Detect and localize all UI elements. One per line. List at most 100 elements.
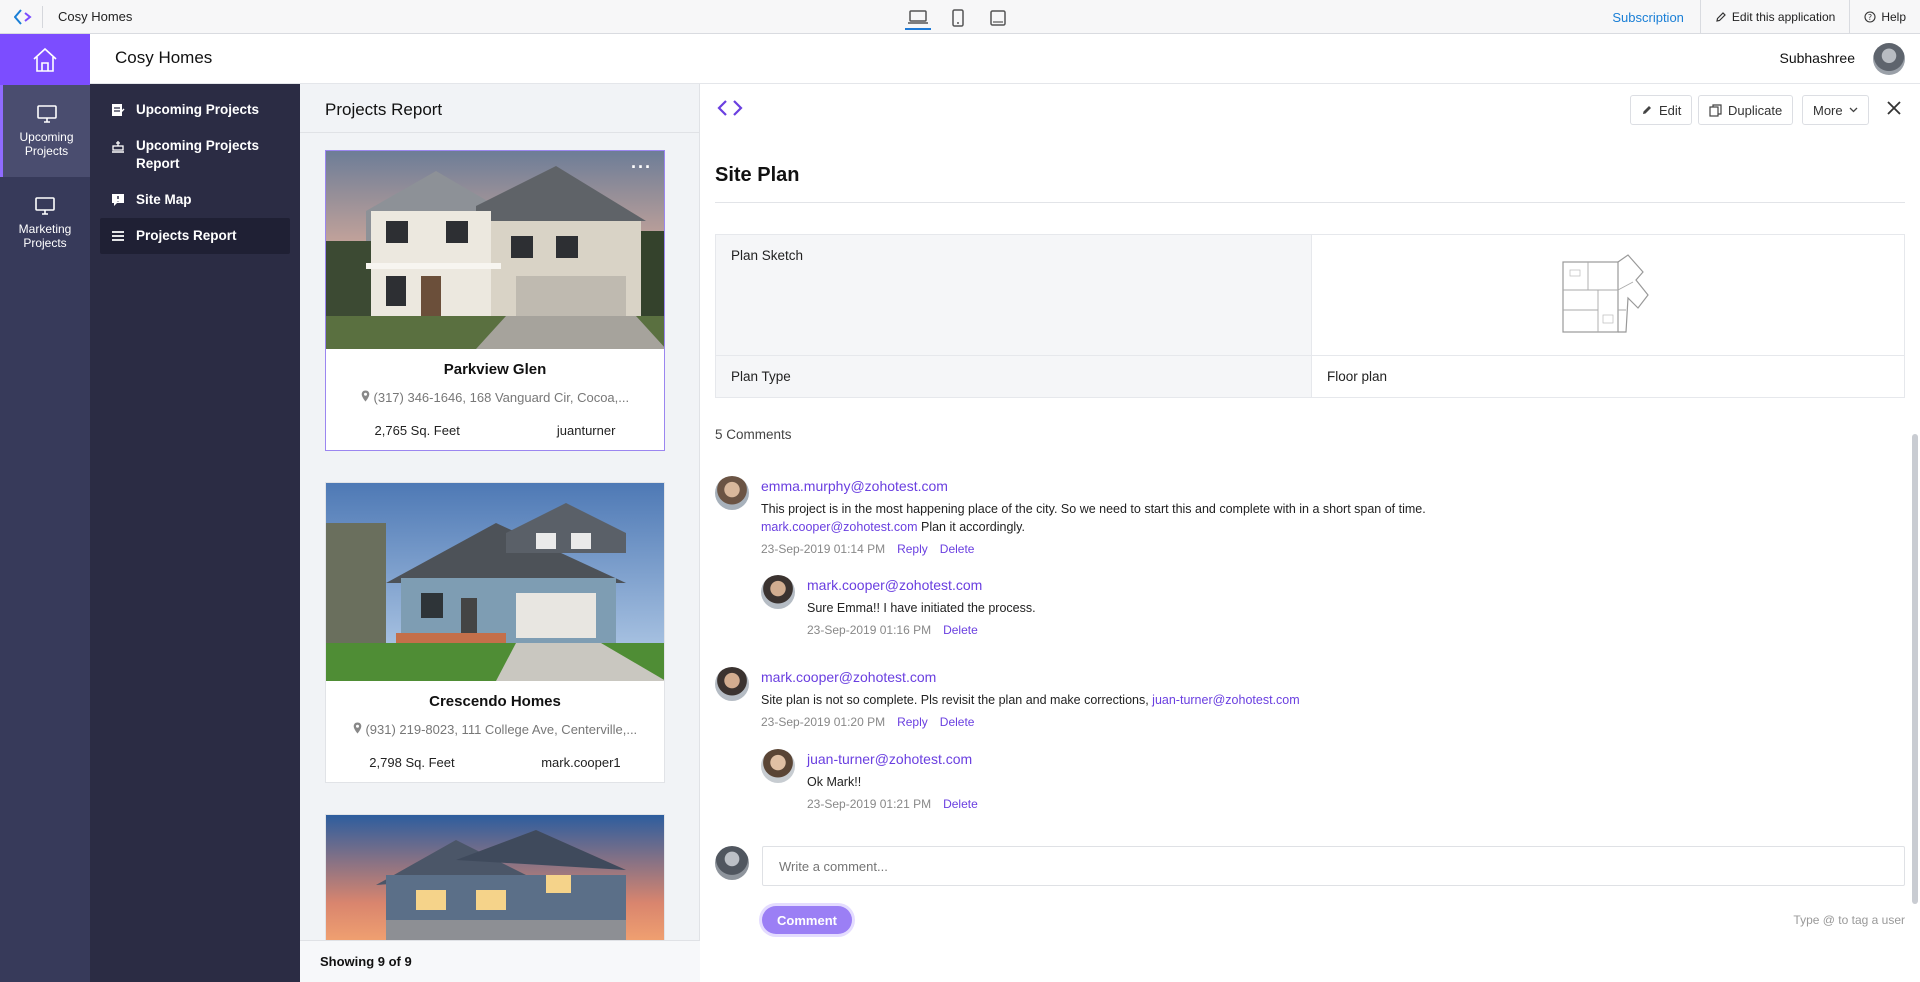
- rail-item-marketing-projects[interactable]: Marketing Projects: [0, 177, 90, 269]
- comment-user[interactable]: juan-turner@zohotest.com: [807, 751, 972, 767]
- help-label: Help: [1881, 10, 1906, 24]
- tablet-view-icon[interactable]: [945, 6, 971, 30]
- comments-count: 5 Comments: [715, 427, 792, 442]
- comment-text: Ok Mark!!: [807, 775, 862, 789]
- scrollbar[interactable]: [1912, 434, 1918, 904]
- card-footer: 2,798 Sq. Feet mark.cooper1: [326, 755, 664, 782]
- project-card[interactable]: Crescendo Homes (931) 219-8023, 111 Coll…: [325, 482, 665, 783]
- house-image: [326, 483, 664, 681]
- avatar: [761, 749, 795, 783]
- project-area: 2,798 Sq. Feet: [369, 755, 455, 770]
- subnav-item-projects-report[interactable]: Projects Report: [100, 218, 290, 254]
- comment-body: This project is in the most happening pl…: [761, 502, 1426, 516]
- house-image: [326, 815, 664, 941]
- subscription-link[interactable]: Subscription: [1596, 10, 1700, 25]
- reply-link[interactable]: Reply: [897, 715, 928, 729]
- edit-label: Edit: [1659, 102, 1682, 118]
- avatar: [715, 476, 749, 510]
- comment-text: Sure Emma!! I have initiated the process…: [807, 601, 1036, 615]
- mention-link[interactable]: juan-turner@zohotest.com: [1152, 693, 1299, 707]
- page-title: Cosy Homes: [115, 48, 213, 67]
- mention-link[interactable]: mark.cooper@zohotest.com: [761, 520, 918, 534]
- card-menu-icon[interactable]: ···: [631, 157, 652, 178]
- floor-plan-image: [1562, 254, 1649, 333]
- delete-link[interactable]: Delete: [943, 797, 978, 811]
- subnav-item-upcoming-projects[interactable]: Upcoming Projects: [100, 92, 290, 128]
- top-actions: Subscription Edit this application ? Hel…: [1596, 0, 1920, 34]
- field-row: Plan Sketch: [716, 235, 1904, 356]
- field-row: Plan Type Floor plan: [716, 356, 1904, 397]
- divider: [42, 6, 43, 28]
- reply-link[interactable]: Reply: [897, 542, 928, 556]
- left-rail: Upcoming Projects Marketing Projects: [0, 34, 90, 982]
- close-icon[interactable]: [1886, 100, 1902, 116]
- field-label: Plan Sketch: [716, 235, 1312, 355]
- comment-input[interactable]: [762, 846, 1905, 886]
- detail-toolbar: Edit Duplicate More: [700, 84, 1920, 134]
- comment-user[interactable]: emma.murphy@zohotest.com: [761, 478, 948, 494]
- mobile-view-icon[interactable]: [985, 6, 1011, 30]
- tag-hint: Type @ to tag a user: [1793, 913, 1905, 927]
- code-icon[interactable]: [717, 98, 743, 118]
- field-value: Floor plan: [1312, 356, 1904, 397]
- user-name[interactable]: Subhashree: [1779, 50, 1855, 66]
- more-button[interactable]: More: [1802, 95, 1869, 125]
- house-photo: [326, 483, 664, 681]
- home-icon: [33, 47, 57, 72]
- rail-item-label: Marketing Projects: [18, 222, 72, 250]
- edit-application-button[interactable]: Edit this application: [1699, 0, 1849, 34]
- avatar[interactable]: [1873, 43, 1905, 75]
- field-label: Plan Type: [716, 356, 1312, 397]
- house-photo: [326, 151, 664, 349]
- sub-navigation: Upcoming Projects Upcoming Projects Repo…: [90, 84, 300, 982]
- svg-text:?: ?: [1868, 13, 1872, 22]
- edit-button[interactable]: Edit: [1630, 95, 1693, 125]
- report-footer: Showing 9 of 9: [300, 940, 700, 982]
- project-name: Crescendo Homes: [429, 693, 561, 710]
- monitor-icon: [35, 197, 55, 215]
- duplicate-button[interactable]: Duplicate: [1698, 95, 1794, 125]
- app-header: Cosy Homes Subhashree: [90, 34, 1920, 84]
- desktop-view-icon[interactable]: [905, 6, 931, 30]
- delete-link[interactable]: Delete: [940, 715, 975, 729]
- project-card[interactable]: [325, 814, 665, 941]
- avatar: [715, 846, 749, 880]
- edit-application-label: Edit this application: [1731, 10, 1836, 24]
- project-name: Parkview Glen: [443, 361, 547, 378]
- project-owner: mark.cooper1: [541, 755, 621, 770]
- comment-meta: 23-Sep-2019 01:21 PM Delete: [807, 797, 978, 811]
- comment-text: This project is in the most happening pl…: [761, 500, 1426, 536]
- top-bar: Cosy Homes Subscription Edit this applic…: [0, 0, 1920, 34]
- list-icon: [112, 231, 124, 241]
- project-card[interactable]: ··· Parkview Glen (317) 346-1646, 168 Va…: [325, 150, 665, 451]
- rail-item-label: Upcoming Projects: [19, 130, 74, 158]
- subnav-item-label: Site Map: [136, 192, 192, 207]
- comment-user[interactable]: mark.cooper@zohotest.com: [807, 577, 982, 593]
- duplicate-label: Duplicate: [1728, 102, 1783, 118]
- rail-item-upcoming-projects[interactable]: Upcoming Projects: [0, 85, 90, 177]
- subnav-item-site-map[interactable]: Site Map: [100, 182, 290, 218]
- comment-time: 23-Sep-2019 01:14 PM: [761, 542, 886, 556]
- app-logo-icon[interactable]: [14, 8, 34, 26]
- comment-meta: 23-Sep-2019 01:16 PM Delete: [807, 623, 978, 637]
- plan-sketch-value[interactable]: [1312, 235, 1904, 355]
- subnav-item-label: Upcoming Projects Report: [136, 138, 260, 171]
- pencil-icon: [1643, 106, 1651, 114]
- help-button[interactable]: ? Help: [1849, 0, 1920, 34]
- comment-button[interactable]: Comment: [762, 906, 852, 934]
- projects-report-panel: Projects Report ··· Parkview Glen (317) …: [300, 84, 700, 982]
- house-photo: [326, 815, 664, 941]
- divider: [715, 202, 1905, 203]
- delete-link[interactable]: Delete: [943, 623, 978, 637]
- home-button[interactable]: [0, 34, 90, 85]
- subnav-item-upcoming-projects-report[interactable]: Upcoming Projects Report: [100, 128, 290, 182]
- location-icon: [353, 722, 362, 734]
- comment-time: 23-Sep-2019 01:21 PM: [807, 797, 932, 811]
- pencil-icon: [1716, 12, 1726, 22]
- house-image: ···: [326, 151, 664, 349]
- section-title: Site Plan: [715, 164, 800, 186]
- delete-link[interactable]: Delete: [940, 542, 975, 556]
- comment-user[interactable]: mark.cooper@zohotest.com: [761, 669, 936, 685]
- chevron-down-icon: [1849, 107, 1858, 113]
- card-footer: 2,765 Sq. Feet juanturner: [326, 423, 664, 450]
